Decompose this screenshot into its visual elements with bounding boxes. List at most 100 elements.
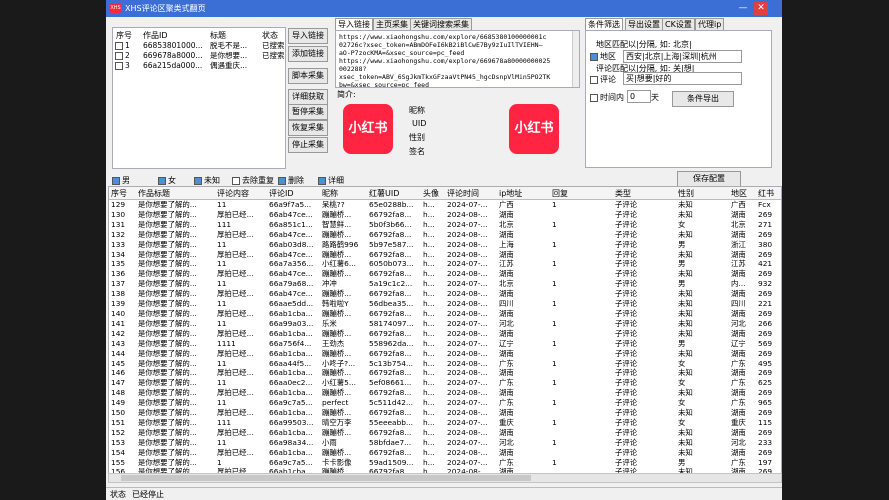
table-cell: 2024-07-... <box>447 437 488 447</box>
table-cell: 152 <box>111 427 126 437</box>
table-row[interactable]: 148 是你想要了解的... 厚拍已经... 66ab1cba... 蹦蹦桥... 667… <box>109 388 781 398</box>
table-row[interactable]: 142 是你想要了解的... 厚拍已经... 66ab1cba... 蹦蹦桥... 667… <box>109 329 781 339</box>
table-row[interactable]: 152 是你想要了解的... 厚拍已经... 66ab1cba... 蹦蹦桥... 667… <box>109 428 781 438</box>
table-row[interactable]: 129 是你想要了解的... 11 66a9f7a5... 呆桃?? 65e0288b..… <box>109 200 781 210</box>
condition-export-button[interactable]: 条件导出 <box>672 91 734 107</box>
table-row[interactable]: 144 是你想要了解的... 厚拍已经... 66ab1cba... 蹦蹦桥... 667… <box>109 349 781 359</box>
column-header[interactable]: 评论内容 <box>217 188 249 199</box>
import-link-button[interactable]: 导入链接 <box>288 28 328 44</box>
table-row[interactable]: 136 是你想要了解的... 厚拍已经... 66ab47ce... 蹦蹦桥... 667… <box>109 269 781 279</box>
table-cell: h... <box>423 447 435 457</box>
checkbox-label: 男 <box>122 176 130 185</box>
region-checkbox[interactable]: 地区 <box>590 51 616 62</box>
table-cell: h... <box>423 289 435 299</box>
work-row[interactable]: 3 66a215da000... 偶遇重庆... <box>115 61 283 71</box>
resume-collect-button[interactable]: 恢复采集 <box>288 120 328 136</box>
table-row[interactable]: 153 是你想要了解的... 11 66a98a34... 小雨 58bfdae7... h… <box>109 438 781 448</box>
time-checkbox[interactable]: 时间内 <box>590 92 624 103</box>
column-header[interactable]: ip地址 <box>499 188 522 199</box>
table-cell: 1 <box>552 378 557 388</box>
region-input[interactable]: 西安|北京|上海|深圳|杭州 <box>623 50 742 63</box>
column-header[interactable]: 作品标题 <box>138 188 170 199</box>
pause-collect-button[interactable]: 暂停采集 <box>288 104 328 120</box>
time-input[interactable]: 0 <box>627 90 651 103</box>
table-row[interactable]: 147 是你想要了解的... 11 66aa0ec2... 小红薯5... 5ef0866… <box>109 378 781 388</box>
table-cell: 是你想要了解的... <box>138 200 197 209</box>
table-row[interactable]: 133 是你想要了解的... 11 66ab03d8... 路路鹤996 5b97e587… <box>109 240 781 250</box>
table-cell: 男 <box>678 338 686 348</box>
close-icon[interactable]: ✕ <box>754 2 768 15</box>
column-header[interactable]: 红薯UID <box>369 188 399 199</box>
table-row[interactable]: 150 是你想要了解的... 厚拍已经... 66ab1cba... 蹦蹦桥... 667… <box>109 408 781 418</box>
stop-collect-button[interactable]: 停止采集 <box>288 137 328 153</box>
table-row[interactable]: 149 是你想要了解的... 11 66a9c7a5... perfect 5c511d4… <box>109 398 781 408</box>
add-link-button[interactable]: 添加链接 <box>288 46 328 62</box>
column-header[interactable]: 评论时间 <box>447 188 479 199</box>
comment-input[interactable]: 买|想要|好的 <box>623 72 742 85</box>
minimize-icon[interactable]: — <box>736 2 750 15</box>
column-header[interactable]: 地区 <box>731 188 747 199</box>
table-cell: 269 <box>758 269 773 279</box>
column-header[interactable]: 回复 <box>552 188 568 199</box>
filter-checkbox[interactable]: 详细 <box>318 175 344 186</box>
filter-checkbox[interactable]: 去除重复 <box>232 175 274 186</box>
table-cell: 66a99a03... <box>269 318 314 328</box>
table-row[interactable]: 145 是你想要了解的... 11 66aa44f5... 小咚子?... 5c13b75… <box>109 359 781 369</box>
table-cell: 湖南 <box>731 249 746 259</box>
table-row[interactable]: 139 是你想要了解的... 11 66aae5dd... 韩啦啦Y 56dbea35..… <box>109 299 781 309</box>
table-cell: 2024-08-... <box>447 328 488 338</box>
script-collect-button[interactable]: 脚本采集 <box>288 68 328 84</box>
table-cell: 广东 <box>499 358 514 368</box>
table-row[interactable]: 155 是你想要了解的... 1 66a9c7a5... 卡卡影像 59ad1509...… <box>109 458 781 468</box>
table-cell: 是你想要了解的... <box>138 209 197 219</box>
comment-checkbox[interactable]: 评论 <box>590 74 616 85</box>
table-cell: 66a9c7a5... <box>269 398 313 408</box>
row-checkbox[interactable] <box>115 62 123 70</box>
table-row[interactable]: 131 是你想要了解的... 111 66a851c1... 智慧鲜... 5b0f3b6… <box>109 220 781 230</box>
url-textarea[interactable]: https://www.xiaohongshu.com/explore/6685… <box>335 30 580 88</box>
table-row[interactable]: 134 是你想要了解的... 厚拍已经... 66ab47ce... 蹦蹦桥... 667… <box>109 250 781 260</box>
filter-checkbox[interactable]: 删除 <box>278 175 304 186</box>
table-row[interactable]: 151 是你想要了解的... 111 66a99503... 晴空万李 55eeeabb.… <box>109 418 781 428</box>
table-cell: 269 <box>758 368 773 378</box>
column-header[interactable]: 评论ID <box>269 188 294 199</box>
table-cell: 湖南 <box>499 348 514 358</box>
url-scrollbar[interactable] <box>572 31 579 87</box>
column-header[interactable]: 性别 <box>678 188 694 199</box>
row-checkbox[interactable] <box>115 52 123 60</box>
filter-checkbox[interactable]: 未知 <box>194 175 220 186</box>
table-row[interactable]: 141 是你想要了解的... 11 66a99a03... 乐米 58174097... h… <box>109 319 781 329</box>
table-body[interactable]: 129 是你想要了解的... 11 66a9f7a5... 呆桃?? 65e0288b..… <box>109 200 781 473</box>
table-cell: 是你想要了解的... <box>138 338 197 348</box>
table-row[interactable]: 135 是你想要了解的... 11 66a7a356... 小红薯6... 6050b07… <box>109 259 781 269</box>
table-cell: 小雨 <box>322 437 337 447</box>
column-header[interactable]: 头像 <box>423 188 439 199</box>
filter-checkbox[interactable]: 男 <box>112 175 130 186</box>
table-cell: 子评论 <box>615 229 638 239</box>
filter-checkbox[interactable]: 女 <box>158 175 176 186</box>
column-header[interactable]: 序号 <box>111 188 127 199</box>
table-row[interactable]: 140 是你想要了解的... 厚拍已经... 66ab1cba... 蹦蹦桥... 667… <box>109 309 781 319</box>
column-header[interactable]: 昵称 <box>322 188 338 199</box>
work-row[interactable]: 1 66853801000... 脱毛不是... 已搜索 <box>115 41 284 51</box>
table-cell: 湖南 <box>731 388 746 398</box>
column-header[interactable]: 类型 <box>615 188 631 199</box>
table-row[interactable]: 146 是你想要了解的... 厚拍已经... 66ab1cba... 蹦蹦桥... 667… <box>109 368 781 378</box>
table-cell: 子评论 <box>615 269 638 279</box>
detail-fetch-button[interactable]: 详细获取 <box>288 89 328 105</box>
table-row[interactable]: 138 是你想要了解的... 厚拍已经... 66ab47ce... 蹦蹦桥... 667… <box>109 289 781 299</box>
save-config-button[interactable]: 保存配置 <box>677 171 741 187</box>
table-cell: h... <box>423 348 435 358</box>
column-header[interactable]: 红书 <box>758 188 774 199</box>
table-row[interactable]: 130 是你想要了解的... 厚拍已经... 66ab47ce... 蹦蹦桥... 667… <box>109 210 781 220</box>
table-cell: 湖南 <box>731 269 746 279</box>
table-row[interactable]: 143 是你想要了解的... 1111 66a756f4... 王劲杰 558962da.… <box>109 339 781 349</box>
table-cell: 66ab03d8... <box>269 239 314 249</box>
table-row[interactable]: 132 是你想要了解的... 厚拍已经... 66ab47ce... 蹦蹦桥... 667… <box>109 230 781 240</box>
horizontal-scrollbar[interactable] <box>108 473 782 483</box>
row-checkbox[interactable] <box>115 42 123 50</box>
scrollbar-thumb[interactable] <box>121 475 531 481</box>
work-row[interactable]: 2 669678a8000... 是你想要... 已搜索 <box>115 51 284 61</box>
table-row[interactable]: 154 是你想要了解的... 厚拍已经... 66ab1cba... 蹦蹦桥... 667… <box>109 448 781 458</box>
table-row[interactable]: 137 是你想要了解的... 11 66a79a68... 冲冲 5a19c1c2... h… <box>109 279 781 289</box>
